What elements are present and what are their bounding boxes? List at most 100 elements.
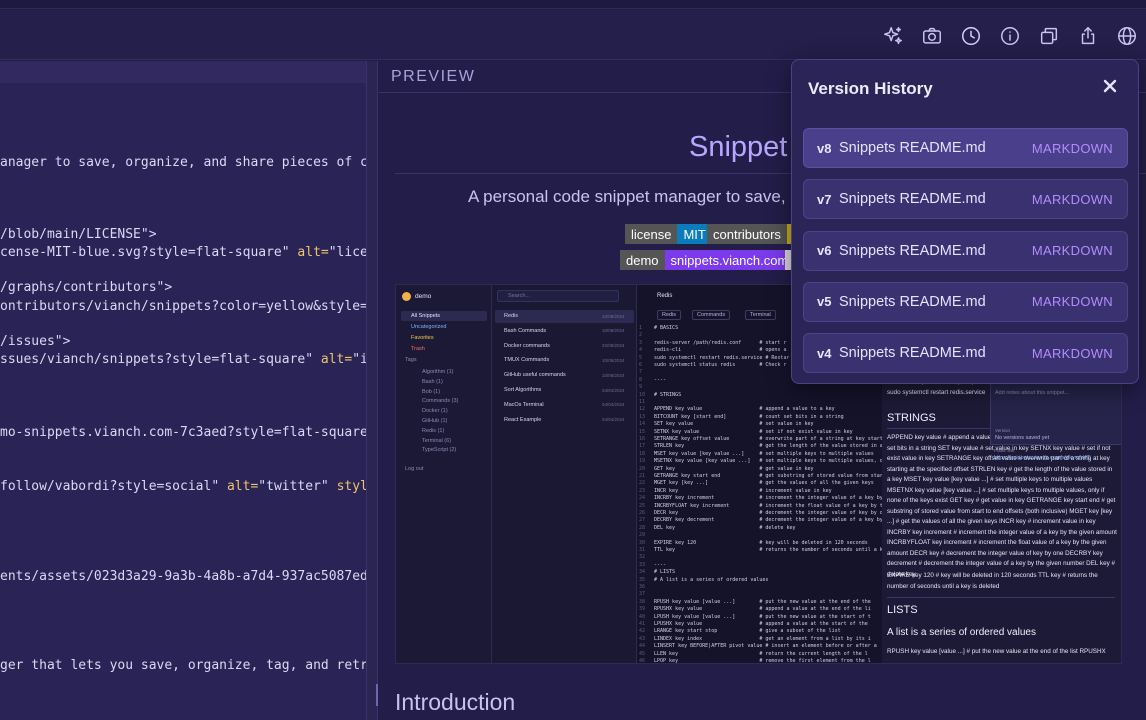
shot-line-number: 3 [639, 339, 643, 346]
shot-lists-text: RPUSH key value [value ...] # put the ne… [887, 648, 1106, 655]
shot-nav-item: Favorites [411, 335, 434, 341]
camera-icon[interactable] [918, 22, 945, 49]
shot-h-lists: LISTS [887, 604, 918, 616]
shot-line-number: 19 [639, 458, 646, 465]
shot-snippet-name: TMUX Commands [504, 357, 550, 364]
shot-line-number: 44 [639, 643, 646, 650]
license-badge[interactable]: license MIT [625, 224, 712, 244]
shot-code-line: LRANGE key start stop # give a subset of… [654, 628, 841, 635]
shot-line-number: 28 [639, 524, 646, 531]
shot-line-number: 7 [639, 369, 643, 376]
shot-line-number: 34 [639, 569, 646, 576]
shot-line-number: 14 [639, 421, 646, 428]
globe-icon[interactable] [1113, 22, 1140, 49]
shot-snippet-name: Redis [504, 313, 519, 319]
version-number: v4 [817, 345, 832, 361]
shot-tag-item: Algorithm (1) [422, 369, 454, 375]
app-logo-icon [402, 292, 411, 301]
shot-code-line: # A list is a series of ordered values [654, 576, 769, 583]
shot-line-number: 46 [639, 658, 646, 664]
version-item[interactable]: v4 Snippets README.md MARKDOWN [803, 333, 1128, 374]
public-link-label: Public link [994, 448, 1015, 453]
version-file-name: Snippets README.md [839, 191, 986, 208]
markdown-editor[interactable]: anager to save, organize, and share piec… [0, 61, 366, 720]
shot-snippet-date: 10/08/2024 [602, 328, 625, 334]
preview-title: Snippet [689, 131, 788, 163]
version-type-badge: MARKDOWN [1031, 294, 1113, 310]
version-item[interactable]: v5 Snippets README.md MARKDOWN [803, 281, 1128, 322]
app-name: demo [415, 293, 432, 300]
shot-code-line: STRLEN key # get the length of the value… [654, 443, 883, 450]
code-token: style [336, 479, 366, 494]
shot-snippet-name: Sort Algorithms [504, 387, 542, 393]
shot-snippet-date: 04/04/2024 [602, 417, 625, 423]
shot-line-number: 6 [639, 362, 643, 368]
code-token: /graphs/contributors"> [0, 280, 173, 295]
code-line: ontributors/vianch/snippets?color=yellow… [0, 299, 366, 314]
code-token: follow/vabordi?style=social" [0, 479, 227, 494]
shot-code-line: APPEND key value # append a value to a k… [654, 406, 835, 413]
shot-snippet-date: 22/08/2024 [602, 343, 625, 349]
shot-code-line: SET key value # set value in key [654, 421, 814, 428]
shot-code-line: GETRANGE key start end # get substring o… [654, 473, 883, 479]
shot-line-number: 24 [639, 495, 646, 502]
share-icon[interactable] [1074, 22, 1101, 49]
code-token: "is [352, 352, 366, 367]
code-token: mo-snippets.vianch.com-7c3aed?style=flat… [0, 425, 366, 440]
shot-sidebar: demo All Snippets Uncategorized Favorites T… [396, 285, 492, 663]
code-line: /blob/main/LICENSE"> [0, 227, 157, 242]
shot-tag-item: TypeScript (2) [422, 447, 457, 454]
sparkles-icon[interactable] [879, 22, 906, 49]
shot-snippet-date: 10/08/2024 [602, 313, 625, 319]
shot-line-number: 25 [639, 502, 646, 509]
shot-code-line: LLEN key # return the current length of … [654, 650, 868, 657]
shot-line-number: 13 [639, 413, 646, 420]
shot-line-number: 20 [639, 465, 646, 472]
version-item[interactable]: v6 Snippets README.md MARKDOWN [803, 230, 1128, 271]
version-file-name: Snippets README.md [839, 293, 986, 310]
shot-chip: Commands [692, 310, 731, 320]
preview-label: PREVIEW [391, 68, 476, 85]
demo-badge[interactable]: demo snippets.vianch.com [620, 250, 795, 270]
shot-expire-text: EXPIRE key 120 # key will be deleted in … [887, 572, 1098, 590]
code-token: "licen [328, 245, 366, 260]
shot-line-number: 35 [639, 576, 646, 583]
version-number: v5 [817, 294, 832, 310]
logout-link: Log out [405, 466, 424, 472]
splitter-grip[interactable] [376, 684, 378, 706]
copy-icon[interactable] [1035, 22, 1062, 49]
introduction-heading: Introduction [395, 689, 516, 715]
toolbar-actions [879, 22, 1140, 49]
shot-tag-item: Commands (3) [422, 398, 459, 405]
shot-snippet-date: 04/04/2024 [602, 402, 625, 408]
version-item[interactable]: v8 Snippets README.md MARKDOWN [803, 128, 1128, 168]
close-icon[interactable] [1102, 78, 1118, 94]
clock-icon[interactable] [957, 22, 984, 49]
pane-splitter[interactable] [366, 61, 378, 720]
contributors-badge[interactable]: contributors [707, 224, 797, 244]
version-item[interactable]: v7 Snippets README.md MARKDOWN [803, 179, 1128, 220]
shot-line-number: 30 [639, 539, 646, 546]
shot-snippet-date: 04/04/2024 [602, 387, 625, 393]
tags-label: Tags [405, 357, 417, 363]
shot-chip: Redis [657, 310, 682, 320]
editor-header [0, 61, 366, 83]
shot-line-number: 39 [639, 606, 646, 613]
shot-code-line: ---- [654, 561, 667, 568]
shot-nav-item: Trash [411, 346, 425, 352]
shot-line-number: 9 [639, 384, 643, 391]
shot-code-line: LINSERT key BEFORE|AFTER pivot value # i… [654, 643, 877, 650]
version-type-badge: MARKDOWN [1031, 243, 1113, 259]
code-line: ents/assets/023d3a29-9a3b-4a8b-a7d4-937a… [0, 569, 366, 584]
badge-value: snippets.vianch.com [664, 250, 795, 270]
shot-code-line: ---- [654, 376, 667, 383]
shot-code-line: LPOP key # remove the first element from… [654, 658, 871, 664]
version-file-name: Snippets README.md [839, 242, 986, 259]
preview-subtitle: A personal code snippet manager to save,… [468, 187, 800, 206]
shot-line-number: 42 [639, 628, 646, 635]
shot-code-line: MSETNX key value [key value ...] # set m… [654, 458, 883, 465]
shot-tag-item: GitHub (1) [422, 418, 448, 424]
window-top-strip [0, 0, 1146, 9]
info-icon[interactable] [996, 22, 1023, 49]
shot-line-number: 12 [639, 406, 646, 413]
